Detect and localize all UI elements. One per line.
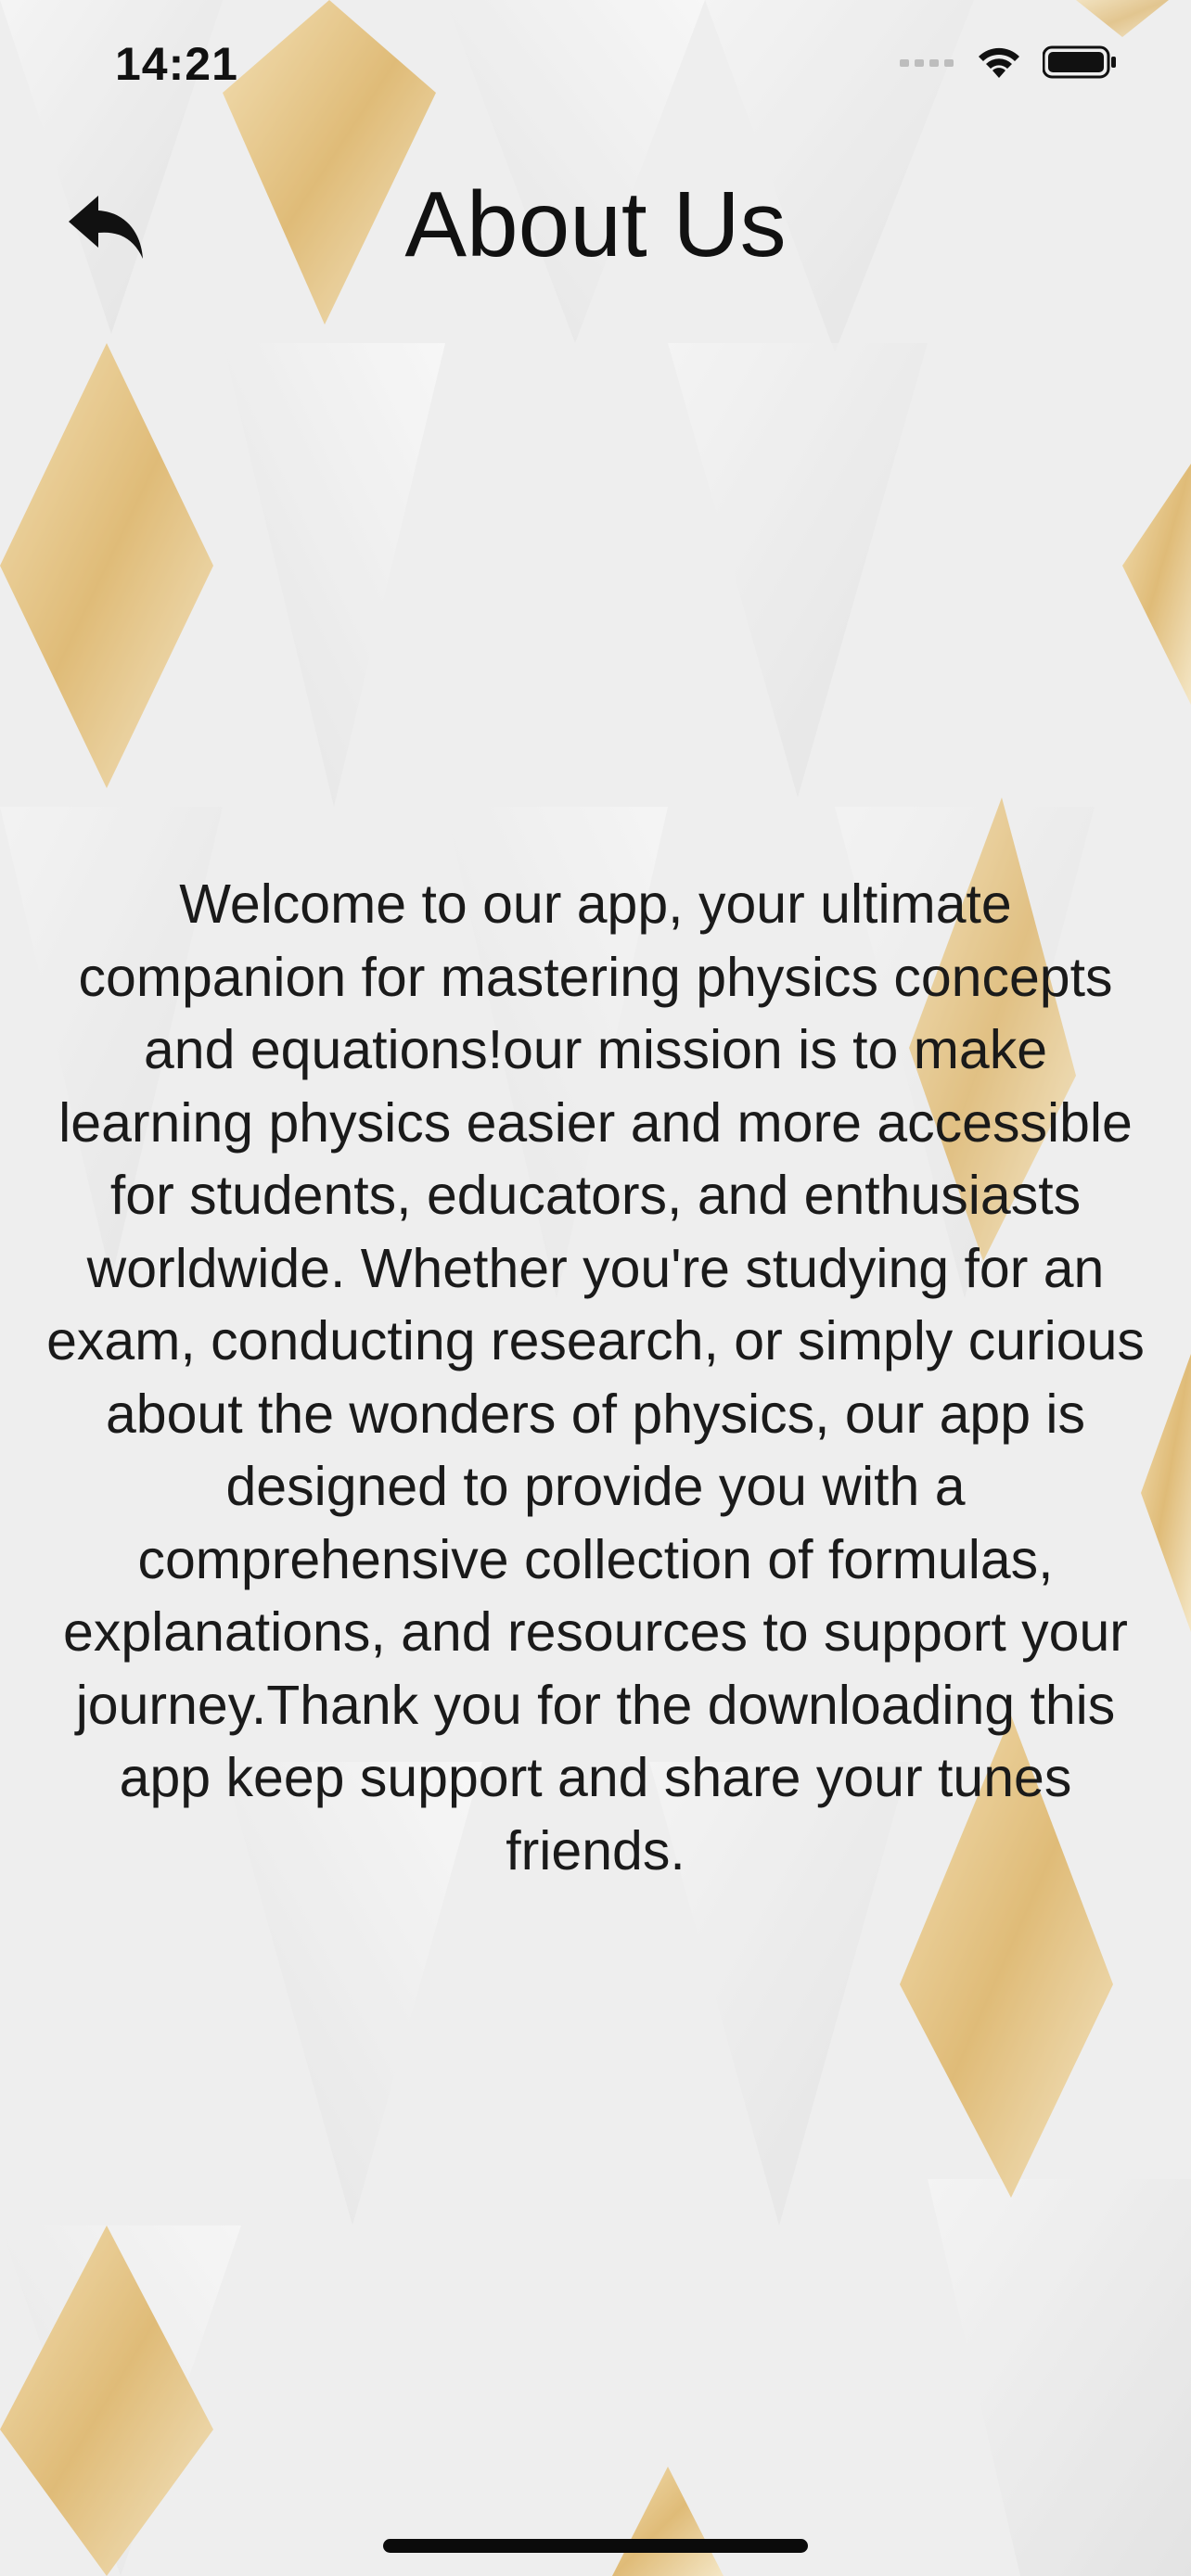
wifi-icon: [979, 47, 1019, 78]
about-us-screen: 14:21 About Us Welcome to our app, your …: [0, 0, 1191, 2576]
signal-icon: [900, 59, 954, 67]
page-title: About Us: [404, 172, 787, 276]
battery-icon: [1043, 45, 1116, 79]
nav-bar: About Us: [0, 148, 1191, 297]
status-time: 14:21: [115, 38, 238, 90]
home-indicator[interactable]: [383, 2539, 808, 2553]
status-bar: 14:21: [0, 0, 1191, 139]
status-icons: [900, 45, 1117, 80]
about-description: Welcome to our app, your ultimate compan…: [46, 874, 1145, 1881]
